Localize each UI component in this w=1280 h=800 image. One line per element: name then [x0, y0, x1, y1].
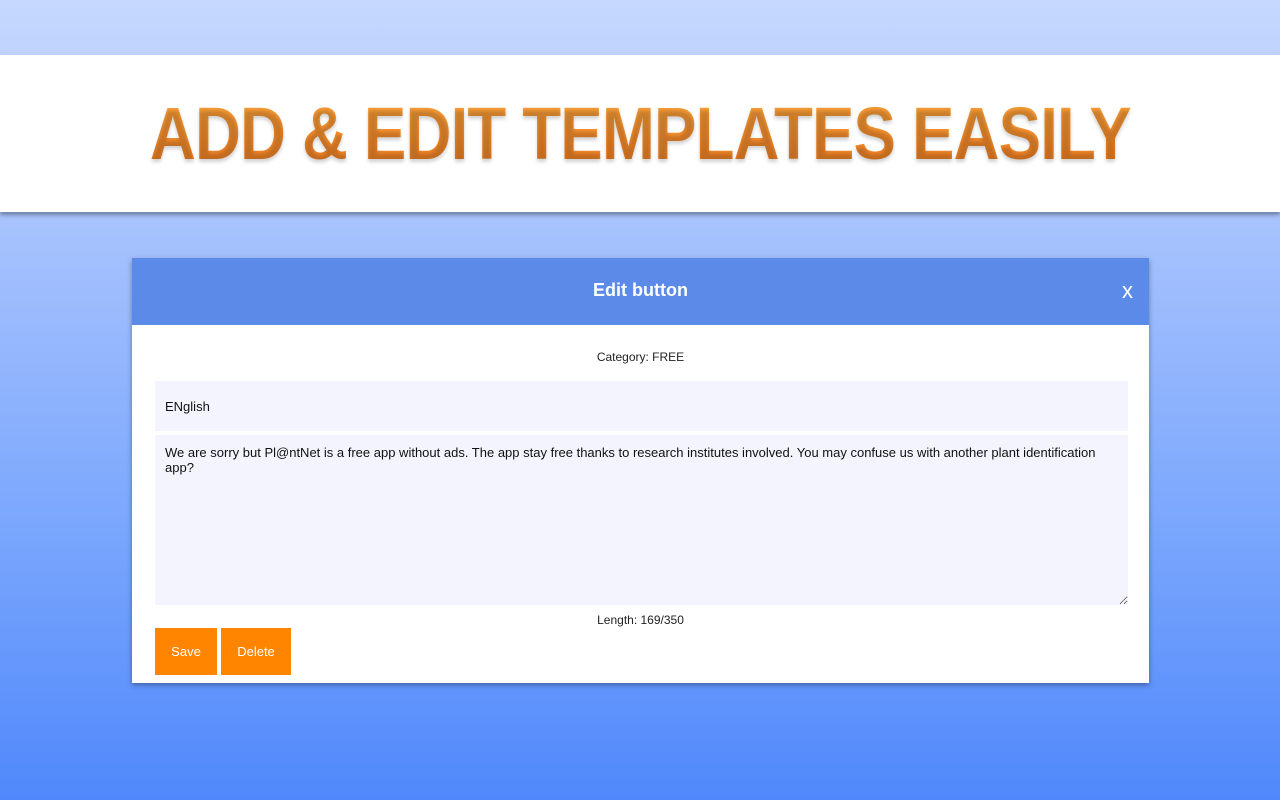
dialog-header: Edit button x	[132, 258, 1149, 325]
edit-template-dialog: Edit button x Category: FREE We are sorr…	[132, 258, 1149, 683]
dialog-title: Edit button	[593, 280, 688, 300]
delete-button[interactable]: Delete	[221, 628, 291, 675]
category-label: Category: FREE	[596, 350, 685, 364]
promo-banner: ADD & EDIT TEMPLATES EASILY	[0, 55, 1280, 212]
length-counter: Length: 169/350	[597, 613, 684, 627]
close-icon[interactable]: x	[1122, 278, 1133, 304]
template-message-textarea[interactable]: We are sorry but Pl@ntNet is a free app …	[155, 435, 1128, 605]
banner-title: ADD & EDIT TEMPLATES EASILY	[149, 92, 1132, 175]
template-name-input[interactable]	[155, 381, 1128, 431]
save-button[interactable]: Save	[155, 628, 217, 675]
